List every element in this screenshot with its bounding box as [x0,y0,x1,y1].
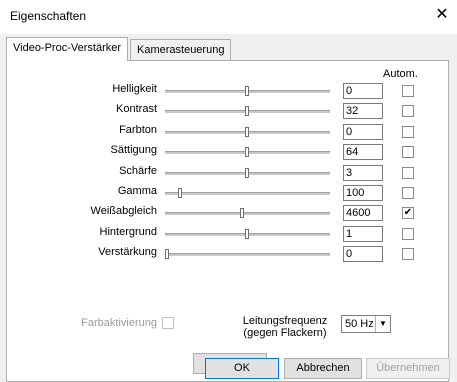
slider-thumb[interactable] [245,86,249,96]
slider-thumb[interactable] [245,229,249,239]
property-slider[interactable] [165,188,330,198]
power-line-frequency-label: Leitungsfrequenz (gegen Flackern) [235,315,335,339]
auto-checkbox[interactable] [402,228,414,240]
property-label: Verstärkung [98,246,157,258]
property-value-field[interactable]: 32 [343,103,383,119]
slider-thumb[interactable] [245,127,249,137]
window-title: Eigenschaften [10,9,87,23]
property-label: Hintergrund [99,226,157,238]
power-line-frequency-label-line1: Leitungsfrequenz [242,315,328,327]
auto-checkbox[interactable] [402,105,414,117]
power-line-frequency-label-line2: (gegen Flackern) [243,327,327,339]
property-value-field[interactable]: 64 [343,144,383,160]
tab-camera-control[interactable]: Kamerasteuerung [130,39,232,60]
property-value-field[interactable]: 1 [343,226,383,242]
property-label: Schärfe [119,165,157,177]
slider-thumb[interactable] [245,106,249,116]
ok-button[interactable]: OK [205,358,279,379]
auto-checkbox[interactable] [402,167,414,179]
slider-thumb[interactable] [245,147,249,157]
property-label: Weißabgleich [90,205,157,217]
tab-panel: Autom. Helligkeit 0 Kontrast 32 Farbton 0 Sätt… [6,60,449,382]
slider-thumb[interactable] [245,168,249,178]
power-line-frequency-value: 50 Hz [345,318,374,330]
property-value-field[interactable]: 0 [343,246,383,262]
slider-thumb[interactable] [240,208,244,218]
chevron-down-icon[interactable]: ▼ [375,316,390,332]
property-slider[interactable] [165,147,330,157]
property-label: Helligkeit [112,83,157,95]
property-value-field[interactable]: 100 [343,185,383,201]
apply-button[interactable]: Übernehmen [366,358,450,379]
slider-thumb[interactable] [165,249,169,259]
property-label: Gamma [117,185,157,197]
power-line-frequency-select[interactable]: 50 Hz ▼ [341,315,391,333]
property-value-field[interactable]: 3 [343,165,383,181]
property-slider[interactable] [165,168,330,178]
auto-checkbox[interactable]: ✔ [402,207,414,219]
slider-thumb[interactable] [178,188,182,198]
property-value-field[interactable]: 4600 [343,205,383,221]
property-value-field[interactable]: 0 [343,124,383,140]
property-slider[interactable] [165,127,330,137]
property-slider[interactable] [165,208,330,218]
title-bar: Eigenschaften ✕ [0,0,457,34]
color-enable-label: Farbaktivierung [81,317,157,329]
auto-column-header: Autom. [383,68,418,80]
property-slider[interactable] [165,249,330,259]
auto-checkbox[interactable] [402,248,414,260]
property-slider[interactable] [165,229,330,239]
property-slider[interactable] [165,86,330,96]
property-label: Sättigung [110,144,157,156]
property-slider[interactable] [165,106,330,116]
close-icon[interactable]: ✕ [433,6,451,24]
color-enable-checkbox[interactable] [162,317,174,329]
property-value-field[interactable]: 0 [343,83,383,99]
auto-checkbox[interactable] [402,126,414,138]
auto-checkbox[interactable] [402,187,414,199]
property-label: Farbton [119,124,157,136]
property-label: Kontrast [116,103,157,115]
dialog-body: Video-Proc-Verstärker Kamerasteuerung Au… [0,34,457,382]
auto-checkbox[interactable] [402,146,414,158]
tab-video-proc-amp[interactable]: Video-Proc-Verstärker [6,37,129,61]
auto-checkbox[interactable] [402,85,414,97]
cancel-button[interactable]: Abbrechen [284,358,362,379]
